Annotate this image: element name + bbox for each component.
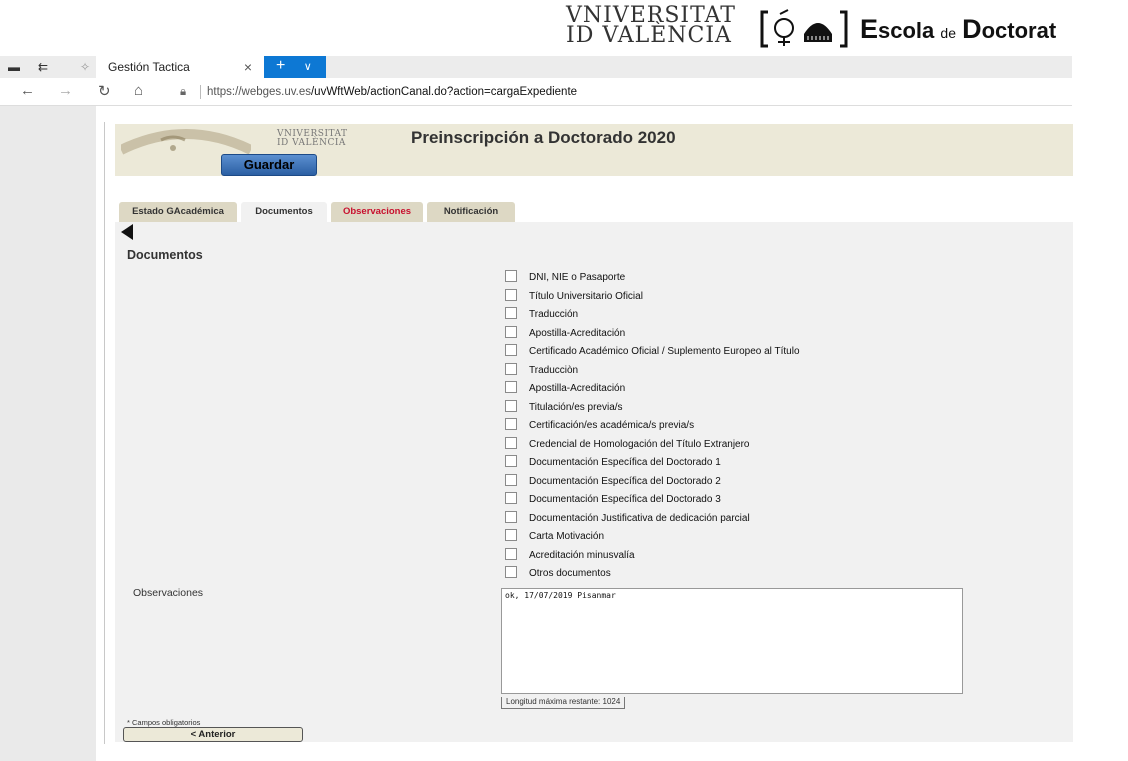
refresh-icon[interactable]: ↻ [98, 82, 111, 100]
checkbox[interactable] [505, 455, 517, 467]
lock-icon: 🔒︎ [180, 86, 187, 98]
checkbox[interactable] [505, 418, 517, 430]
save-button[interactable]: Guardar [221, 154, 317, 176]
checkbox[interactable] [505, 436, 517, 449]
page-left-margin [0, 106, 96, 761]
observations-textarea[interactable]: ok, 17/07/2019 Pisanmar [501, 588, 963, 694]
new-tab-button[interactable]: + ∨ [264, 56, 326, 78]
checkbox[interactable] [505, 362, 517, 375]
plus-icon[interactable]: + [276, 57, 285, 74]
back-arrow-icon[interactable] [121, 224, 133, 240]
checkbox[interactable] [505, 547, 517, 560]
back-icon[interactable]: ← [20, 82, 35, 99]
brand-header: VNIVERSITAT ID VALÈNCIA Escola de Doctor… [560, 0, 1128, 56]
forward-icon[interactable]: → [58, 82, 73, 99]
checkbox[interactable] [505, 510, 517, 523]
home-icon[interactable]: ⌂ [134, 82, 143, 99]
checkbox[interactable] [505, 566, 517, 578]
tab-documentos[interactable]: Documentos [241, 202, 327, 222]
required-fields-note: * Campos obligatorios [127, 718, 201, 727]
tab-close-icon[interactable]: × [244, 56, 252, 78]
checkbox[interactable] [505, 473, 517, 486]
tab-favicon-icon: ✧ [80, 60, 91, 74]
tab-actions-icon[interactable]: ▬ [8, 60, 20, 74]
checkbox[interactable] [505, 344, 517, 356]
documents-panel: Documentos DNI, NIE o Pasaporte Título U… [115, 222, 1073, 742]
observations-label: Observaciones [133, 587, 204, 599]
page-title: Preinscripción a Doctorado 2020 [411, 128, 676, 147]
section-title: Documentos [127, 248, 203, 262]
checkbox[interactable] [505, 270, 517, 282]
app-header: VNIVERSITAT ID VALÈNCIA Preinscripción a… [115, 124, 1073, 176]
address-bar: ← → ↻ ⌂ 🔒︎ https://webges.uv.es/uvWftWeb/… [0, 78, 1072, 106]
tab-observaciones[interactable]: Observaciones [331, 202, 423, 222]
checkbox[interactable] [505, 381, 517, 393]
school-name: Escola de Doctorat [860, 14, 1057, 44]
set-aside-tabs-icon[interactable]: ⇇ [38, 60, 48, 74]
checkbox[interactable] [505, 288, 517, 301]
checkbox[interactable] [505, 492, 517, 504]
university-logo-icon [760, 9, 848, 48]
url-field[interactable]: 🔒︎ https://webges.uv.es/uvWftWeb/actionCa… [180, 82, 1072, 102]
tab-notificacion[interactable]: Notificación [427, 202, 515, 222]
checkbox[interactable] [505, 307, 517, 319]
previous-button[interactable]: < Anterior [123, 727, 303, 742]
tab-estado-gacademica[interactable]: Estado GAcadémica [119, 202, 237, 222]
header-university-wordmark: VNIVERSITAT ID VALÈNCIA [277, 129, 348, 148]
application-frame: VNIVERSITAT ID VALÈNCIA Preinscripción a… [104, 122, 1073, 744]
checkbox[interactable] [505, 399, 517, 412]
checkbox[interactable] [505, 325, 517, 338]
checkbox[interactable] [505, 529, 517, 541]
university-seal-icon [121, 129, 251, 155]
university-wordmark: VNIVERSITAT ID VALÈNCIA [566, 3, 736, 48]
browser-tab-bar: ▬ ⇇ ✧ Gestión Tactica × + ∨ [0, 56, 1072, 78]
browser-tab[interactable]: Gestión Tactica × [96, 56, 264, 78]
chevron-down-icon[interactable]: ∨ [304, 61, 312, 73]
max-length-counter: Longitud máxima restante: 1024 [501, 697, 626, 709]
